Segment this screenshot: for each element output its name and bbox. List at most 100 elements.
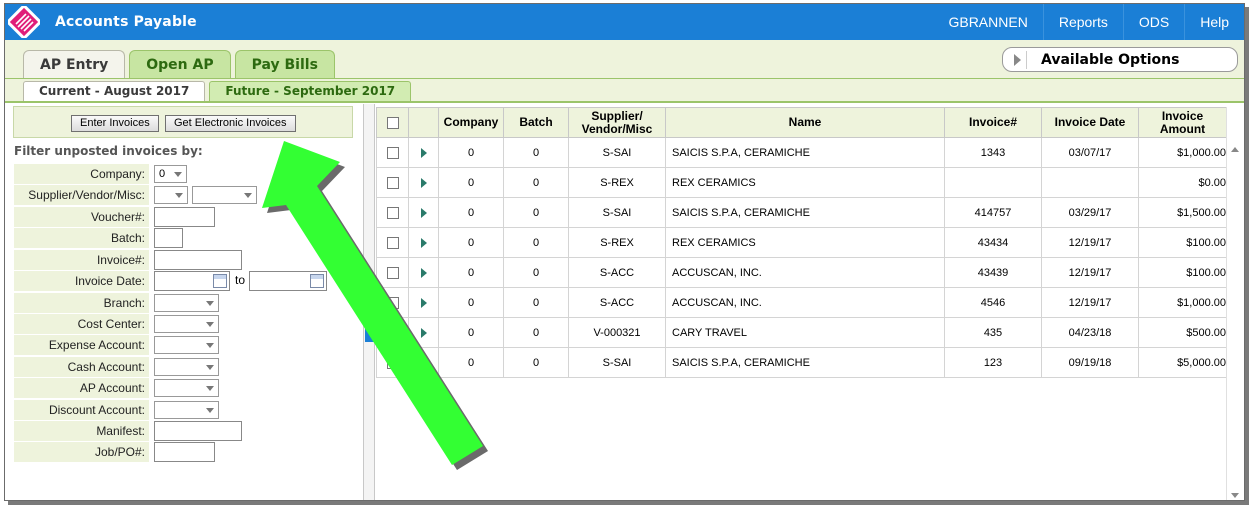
tabs-area: AP Entry Open AP Pay Bills Current - Aug… [5,40,1244,103]
cell-amount: $1,000.00 [1138,287,1227,318]
row-checkbox[interactable] [386,236,399,249]
cell-amount: $1,500.00 [1138,197,1227,228]
col-invoice[interactable]: Invoice# [944,107,1042,138]
col-amount[interactable]: Invoice Amount [1138,107,1227,138]
scroll-down-icon[interactable] [1231,493,1239,498]
job-po-input[interactable] [154,442,215,462]
table-row[interactable]: 0 0 S-ACC ACCUSCAN, INC. 43439 12/19/17 $100.0… [376,257,1227,288]
cell-company: 0 [438,137,504,168]
expand-row-icon[interactable] [420,297,427,308]
cell-invoice-date: 09/19/18 [1041,347,1139,378]
row-checkbox[interactable] [386,326,399,339]
app-title: Accounts Payable [55,14,197,30]
enter-invoices-button[interactable]: Enter Invoices [71,115,159,132]
row-checkbox[interactable] [386,176,399,189]
expand-row-icon-cell [408,257,439,288]
cell-name: ACCUSCAN, INC. [665,287,945,318]
scroll-up-icon[interactable] [1231,147,1239,152]
tab-ap-entry[interactable]: AP Entry [23,50,126,79]
expand-row-icon[interactable] [420,237,427,248]
invoice-date-to[interactable] [249,271,327,291]
batch-label: Batch: [14,228,149,248]
invoice-label: Invoice#: [14,250,149,270]
row-checkbox[interactable] [386,356,399,369]
table-row[interactable]: 0 0 V-000321 CARY TRAVEL 435 04/23/18 $500.00 [376,317,1227,348]
cell-supplier: S-SAI [568,197,666,228]
cell-company: 0 [438,197,504,228]
company-select-value: 0 [159,168,166,180]
striped-logo-icon[interactable] [8,6,40,38]
expand-row-icon[interactable] [420,357,427,368]
calendar-icon[interactable] [213,274,227,288]
nav-reports[interactable]: Reports [1042,4,1123,40]
cell-name: CARY TRAVEL [665,317,945,348]
col-supplier[interactable]: Supplier/ Vendor/Misc [568,107,666,138]
filter-title: Filter unposted invoices by: [14,144,203,158]
table-header-row: Company Batch Supplier/ Vendor/Misc Name… [376,107,1227,138]
col-supplier-line1: Supplier/ [591,108,643,123]
panel-splitter[interactable] [363,104,375,500]
nav-user[interactable]: GBRANNEN [933,4,1042,40]
col-amount-line1: Invoice [1161,108,1204,123]
expand-row-icon-cell [408,317,439,348]
company-select[interactable]: 0 [154,165,187,183]
calendar-icon[interactable] [310,274,324,288]
tab-future-period[interactable]: Future - September 2017 [209,81,412,101]
ap-account-select[interactable] [154,379,219,397]
table-row[interactable]: 0 0 S-REX REX CERAMICS 43434 12/19/17 $100.00 [376,227,1227,258]
batch-input[interactable] [154,228,183,248]
cash-account-select[interactable] [154,358,219,376]
row-checkbox-cell [376,317,409,348]
available-options-label: Available Options [1041,52,1180,68]
tab-open-ap[interactable]: Open AP [129,50,231,78]
nav-help[interactable]: Help [1184,4,1244,40]
get-electronic-invoices-button[interactable]: Get Electronic Invoices [165,115,296,132]
select-all-checkbox[interactable] [386,116,399,129]
table-row[interactable]: 0 0 S-SAI SAICIS S.P.A, CERAMICHE 414757 03/2… [376,197,1227,228]
cell-name: ACCUSCAN, INC. [665,257,945,288]
tab-pay-bills[interactable]: Pay Bills [234,50,335,78]
invoice-date-from[interactable] [154,271,230,291]
supplier-type-select[interactable] [154,186,188,204]
tab-current-period[interactable]: Current - August 2017 [23,81,206,101]
sub-tabs: Current - August 2017 Future - September… [23,81,412,101]
expand-row-icon-cell [408,137,439,168]
expand-row-icon[interactable] [420,327,427,338]
col-batch[interactable]: Batch [503,107,569,138]
expand-row-icon[interactable] [420,267,427,278]
supplier-select[interactable] [192,186,257,204]
expand-row-icon[interactable] [420,177,427,188]
col-invoice-date[interactable]: Invoice Date [1041,107,1139,138]
cost-center-select[interactable] [154,315,219,333]
expense-account-select[interactable] [154,336,219,354]
col-name[interactable]: Name [665,107,945,138]
cell-batch: 0 [503,347,569,378]
discount-account-select[interactable] [154,401,219,419]
grid-scrollbar[interactable] [1226,107,1242,500]
voucher-input[interactable] [154,207,215,227]
chevron-down-icon [206,322,214,327]
table-row[interactable]: 0 0 S-SAI SAICIS S.P.A, CERAMICHE 1343 03/07/… [376,137,1227,168]
chevron-down-icon [244,193,252,198]
invoice-input[interactable] [154,250,242,270]
row-checkbox[interactable] [386,296,399,309]
table-row[interactable]: 0 0 S-SAI SAICIS S.P.A, CERAMICHE 123 09/19/1… [376,347,1227,378]
col-company[interactable]: Company [438,107,504,138]
branch-select[interactable] [154,294,219,312]
expand-row-icon[interactable] [420,207,427,218]
expand-row-icon[interactable] [420,147,427,158]
manifest-input[interactable] [154,421,242,441]
table-row[interactable]: 0 0 S-REX REX CERAMICS $0.00 [376,167,1227,198]
cell-batch: 0 [503,167,569,198]
top-nav: GBRANNEN Reports ODS Help [933,4,1244,40]
nav-ods[interactable]: ODS [1122,4,1184,40]
row-checkbox[interactable] [386,146,399,159]
table-row[interactable]: 0 0 S-ACC ACCUSCAN, INC. 4546 12/19/17 $1,000.… [376,287,1227,318]
available-options-button[interactable]: Available Options [1002,47,1238,72]
row-checkbox[interactable] [386,266,399,279]
cell-batch: 0 [503,257,569,288]
row-checkbox[interactable] [386,206,399,219]
row-checkbox-cell [376,257,409,288]
splitter-handle[interactable] [365,322,375,342]
app-window: Accounts Payable GBRANNEN Reports ODS He… [4,3,1245,501]
